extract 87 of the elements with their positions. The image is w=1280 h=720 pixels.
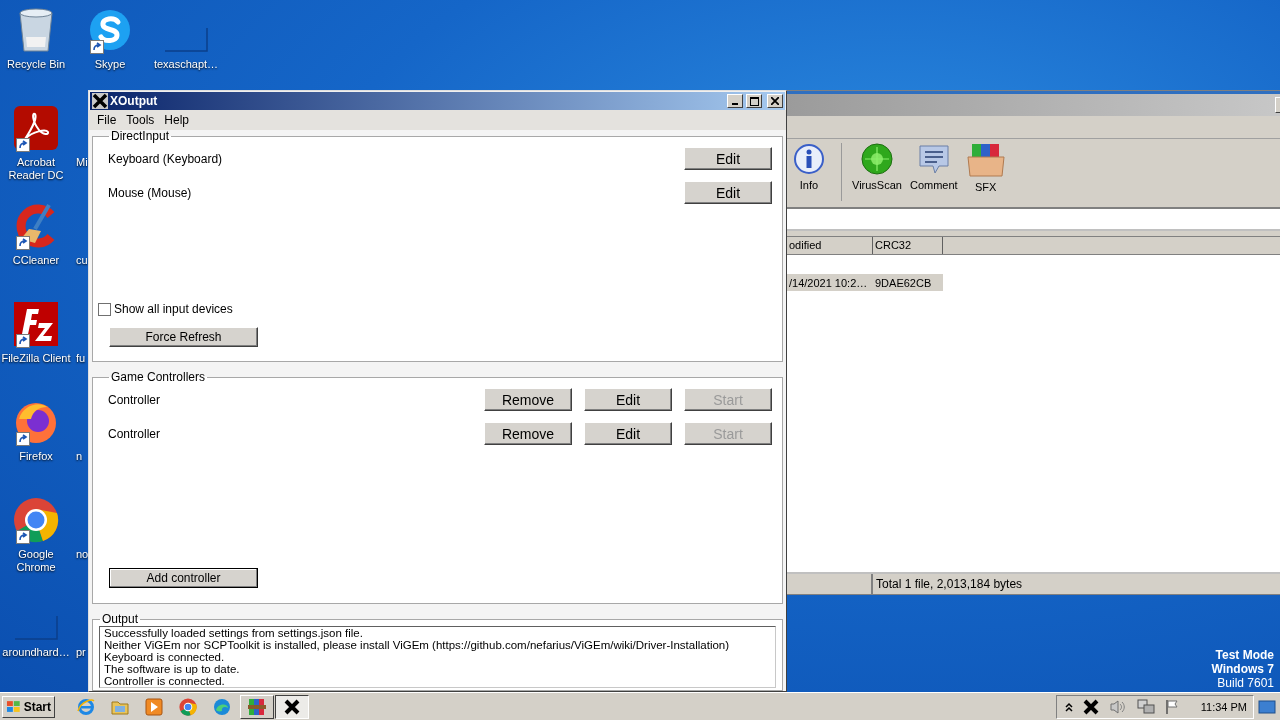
desktop-shortcut[interactable]: cu — [76, 254, 88, 267]
books-box-icon — [247, 697, 267, 716]
x-logo-icon — [92, 93, 108, 109]
wave-logo-icon — [213, 697, 231, 716]
desktop-shortcut[interactable]: texaschapt… — [148, 6, 224, 71]
file-thumbnail-icon — [14, 616, 58, 640]
desktop-shortcut[interactable]: pr — [76, 646, 86, 659]
desktop-shortcut[interactable]: FileZilla Client — [0, 300, 74, 365]
output-log[interactable] — [99, 626, 776, 688]
windows-logo-icon — [6, 699, 22, 714]
desktop-shortcut[interactable]: Acrobat Reader DC — [0, 104, 74, 182]
system-notice: Windows 7 — [1211, 662, 1274, 676]
column-header[interactable]: CRC32 — [873, 237, 943, 254]
close-icon — [771, 97, 779, 105]
browser-logo-icon — [13, 497, 59, 543]
toolbar-button[interactable]: SFX — [961, 143, 1010, 193]
controller-button[interactable]: Remove — [484, 422, 572, 445]
clock[interactable]: 11:34 PM — [1200, 700, 1247, 713]
speech-bubble-icon — [916, 143, 951, 175]
controller-button[interactable]: Remove — [484, 388, 572, 411]
package-books-icon — [965, 143, 1006, 177]
log-line: Controller is connected. — [104, 675, 226, 687]
chevron-up-icon — [1064, 701, 1073, 712]
recycle-bin-icon — [16, 7, 56, 53]
table-cell[interactable]: 9DAE62CB — [873, 274, 943, 291]
desktop-shortcut[interactable]: no — [76, 548, 89, 561]
system-notice: Test Mode — [1215, 648, 1274, 662]
maximize-icon — [749, 96, 759, 106]
desktop-shortcut[interactable]: Firefox — [0, 398, 74, 463]
cloud-logo-icon — [88, 8, 132, 52]
checkbox-label: Show all input devices — [114, 302, 233, 316]
start-button[interactable]: Start — [2, 695, 55, 718]
desktop-shortcut[interactable]: CCleaner — [0, 202, 74, 267]
checkbox[interactable] — [98, 302, 111, 316]
desktop-shortcut[interactable]: Mi — [76, 156, 88, 169]
edit-button[interactable]: Edit — [684, 181, 772, 204]
desktop-shortcut[interactable]: fu — [76, 352, 86, 365]
controller-button[interactable]: Edit — [584, 422, 672, 445]
toolbar-button[interactable]: Comment — [905, 143, 962, 191]
controller-name: Controller — [108, 392, 162, 407]
log-line: Keyboard is connected. — [104, 651, 226, 663]
browser-logo-icon — [179, 697, 197, 716]
device-name: Keyboard (Keyboard) — [108, 151, 224, 166]
group-title: DirectInput — [110, 130, 171, 143]
refresh-button[interactable]: Force Refresh — [109, 327, 258, 347]
desktop-shortcut[interactable]: aroundhard… — [0, 594, 74, 659]
minimize-button[interactable] — [727, 94, 743, 108]
table-cell[interactable]: /14/2021 10:2… — [787, 274, 873, 291]
menu-item[interactable]: Tools — [121, 113, 160, 127]
log-line: Neither ViGEm nor SCPToolkit is installed, please install ViGEm (https://github.com/nefarius/ViGEm/wiki/Driver-Installation) — [104, 639, 731, 651]
info-icon — [794, 143, 824, 175]
close-button[interactable] — [767, 94, 783, 108]
desktop-shortcut[interactable]: Recycle Bin — [0, 6, 74, 71]
log-line: The software is up to date. — [104, 663, 241, 675]
status-text: Total 1 file, 2,013,184 bytes — [872, 574, 1023, 594]
window-title: XOutput — [110, 94, 159, 108]
device-name: Mouse (Mouse) — [108, 185, 193, 200]
menu-item[interactable]: File — [92, 113, 122, 127]
x-logo-icon — [284, 698, 300, 715]
task-button[interactable] — [275, 694, 309, 719]
group-title: Game Controllers — [110, 371, 207, 384]
play-icon — [145, 697, 163, 716]
network-icon — [1136, 698, 1155, 715]
flag-icon — [1164, 698, 1179, 715]
edit-button[interactable]: Edit — [684, 147, 772, 170]
browser-e-icon — [77, 697, 95, 716]
toolbar-button[interactable]: VirusScan — [848, 143, 906, 191]
group-title: Output — [101, 613, 140, 626]
desktop-shortcut[interactable]: n — [76, 450, 83, 463]
x-logo-icon — [1082, 698, 1099, 715]
bug-scan-icon — [860, 143, 893, 175]
menu-item[interactable]: Help — [159, 113, 195, 127]
add-controller-button[interactable]: Add controller — [109, 568, 258, 588]
monitor-icon — [1258, 698, 1276, 715]
toolbar-button[interactable]: Info — [787, 143, 831, 191]
speaker-icon — [1108, 698, 1127, 715]
maximize-button[interactable] — [746, 94, 762, 108]
log-line: Successfully loaded settings from settings.json file. — [104, 627, 364, 639]
desktop-shortcut[interactable]: Google Chrome — [0, 496, 74, 574]
zigzag-logo-icon — [13, 301, 59, 347]
document-logo-icon — [13, 105, 59, 151]
path-field[interactable] — [787, 209, 1280, 231]
controller-button[interactable]: Edit — [584, 388, 672, 411]
desktop-shortcut[interactable]: Skype — [72, 6, 148, 71]
file-thumbnail-icon — [164, 28, 208, 52]
controller-name: Controller — [108, 426, 162, 441]
system-notice: Build 7601 — [1217, 676, 1274, 690]
